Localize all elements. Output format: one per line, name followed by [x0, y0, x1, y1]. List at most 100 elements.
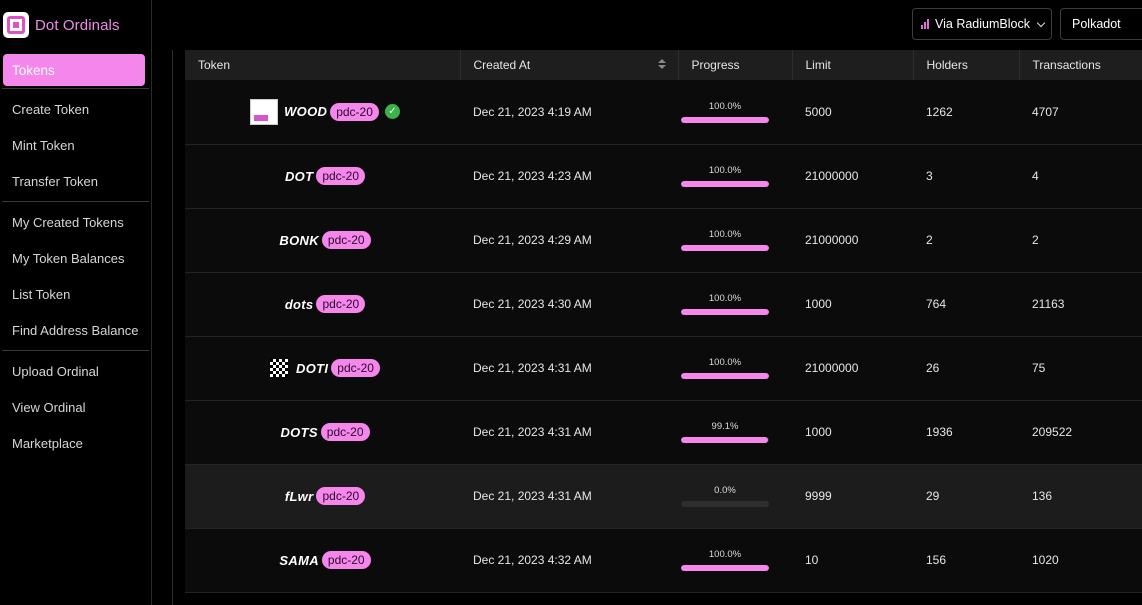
progress-label: 99.1%	[711, 421, 739, 432]
rpc-endpoint-dropdown[interactable]: Via RadiumBlock	[912, 8, 1052, 40]
table-row[interactable]: DOT pdc-20 Dec 21, 2023 4:23 AM 100.0% 21000…	[185, 144, 1142, 209]
progress-label: 100.0%	[708, 229, 742, 240]
progress-cell: 100.0%	[678, 208, 792, 273]
token-name[interactable]: DOTI	[296, 361, 328, 376]
created-at-cell: Dec 21, 2023 4:31 AM	[460, 336, 678, 401]
chevron-down-icon	[1036, 18, 1046, 27]
column-header-holders[interactable]: Holders	[913, 50, 1020, 80]
token-standard-badge: pdc-20	[320, 423, 370, 441]
network-selector[interactable]: Polkadot	[1060, 8, 1142, 40]
progress-cell: 99.1%	[678, 400, 792, 465]
token-name[interactable]: BONK	[279, 233, 318, 248]
progress-fill	[681, 116, 769, 123]
progress-label: 100.0%	[708, 357, 742, 368]
progress-cell: 0.0%	[678, 464, 792, 529]
token-cell: WOOD pdc-20 ✓	[185, 80, 460, 145]
sidebar-item-upload-ordinal[interactable]: Upload Ordinal	[0, 353, 151, 389]
progress-cell: 100.0%	[678, 144, 792, 209]
table-row[interactable]: fLwr pdc-20 Dec 21, 2023 4:31 AM 0.0% 9999 29…	[185, 464, 1142, 529]
brand[interactable]: Dot Ordinals	[0, 0, 151, 50]
progress-bar	[681, 181, 769, 187]
transactions-cell: 4707	[1019, 80, 1142, 145]
dot-ordinals-logo-icon	[3, 12, 29, 38]
rpc-endpoint-label: Via RadiumBlock	[935, 17, 1030, 31]
token-cell: dots pdc-20	[185, 272, 460, 337]
column-header-label: Created At	[473, 58, 531, 72]
column-header-limit[interactable]: Limit	[792, 50, 914, 80]
sidebar-item-tokens[interactable]: Tokens	[3, 54, 145, 86]
sidebar-item-list-token[interactable]: List Token	[0, 276, 151, 312]
holders-cell: 3	[913, 144, 1019, 209]
token-name[interactable]: DOT	[285, 169, 313, 184]
limit-cell: 1000	[792, 272, 913, 337]
table-row[interactable]: BONK pdc-20 Dec 21, 2023 4:29 AM 100.0% 2100…	[185, 208, 1142, 273]
column-header-token[interactable]: Token	[185, 50, 461, 80]
doti-token-image-icon	[270, 359, 289, 377]
progress-bar	[681, 437, 769, 443]
table-row[interactable]: WOOD pdc-20 ✓ Dec 21, 2023 4:19 AM 100.0% 500…	[185, 80, 1142, 145]
holders-cell: 764	[913, 272, 1019, 337]
sidebar: Dot Ordinals Tokens Create Token Mint Tok…	[0, 0, 152, 605]
holders-cell: 1936	[913, 400, 1019, 465]
column-header-transactions[interactable]: Transactions	[1019, 50, 1142, 80]
limit-cell: 1000	[792, 400, 913, 465]
limit-cell: 21000000	[792, 208, 913, 273]
progress-fill	[681, 373, 769, 379]
sort-icon[interactable]	[658, 59, 666, 69]
token-name[interactable]: SAMA	[279, 553, 318, 568]
app-title: Dot Ordinals	[35, 16, 120, 34]
signal-bars-icon	[921, 19, 929, 29]
token-name[interactable]: DOTS	[280, 425, 317, 440]
progress-bar	[681, 373, 769, 379]
progress-cell: 100.0%	[678, 272, 792, 337]
progress-bar	[681, 116, 769, 123]
sidebar-item-my-created-tokens[interactable]: My Created Tokens	[0, 204, 151, 240]
token-cell: DOT pdc-20	[185, 144, 460, 209]
progress-fill	[681, 437, 769, 443]
token-name[interactable]: fLwr	[285, 489, 314, 504]
limit-cell: 5000	[792, 80, 913, 145]
token-name[interactable]: WOOD	[284, 104, 327, 119]
token-cell: DOTS pdc-20	[185, 400, 460, 465]
holders-cell: 2	[913, 208, 1019, 273]
progress-label: 100.0%	[708, 293, 742, 304]
tokens-table-container[interactable]: Token Created At Progress Limit Holders …	[185, 50, 1142, 605]
created-at-cell: Dec 21, 2023 4:23 AM	[460, 144, 678, 209]
created-at-cell: Dec 21, 2023 4:19 AM	[460, 80, 678, 145]
verified-check-icon: ✓	[384, 104, 400, 120]
transactions-cell: 75	[1019, 336, 1142, 401]
transactions-cell: 2	[1019, 208, 1142, 273]
progress-cell: 100.0%	[678, 336, 792, 401]
top-bar: Via RadiumBlock Polkadot	[152, 0, 1142, 50]
sidebar-item-view-ordinal[interactable]: View Ordinal	[0, 389, 151, 425]
holders-cell: 29	[913, 464, 1019, 529]
token-cell: DOTI pdc-20	[185, 336, 460, 401]
sidebar-item-find-address-balance[interactable]: Find Address Balance	[0, 312, 151, 348]
sidebar-item-marketplace[interactable]: Marketplace	[0, 425, 151, 461]
progress-label: 100.0%	[708, 165, 742, 176]
table-row[interactable]: dots pdc-20 Dec 21, 2023 4:30 AM 100.0% 1000…	[185, 272, 1142, 337]
transactions-cell: 136	[1019, 464, 1142, 529]
table-row[interactable]: DOTS pdc-20 Dec 21, 2023 4:31 AM 99.1% 1000 1…	[185, 400, 1142, 465]
column-header-created-at[interactable]: Created At	[460, 50, 679, 80]
sidebar-item-transfer-token[interactable]: Transfer Token	[0, 163, 151, 199]
holders-cell: 26	[913, 336, 1019, 401]
transactions-cell: 21163	[1019, 272, 1142, 337]
token-name[interactable]: dots	[285, 297, 314, 312]
sidebar-item-my-token-balances[interactable]: My Token Balances	[0, 240, 151, 276]
token-cell: SAMA pdc-20	[185, 528, 460, 593]
column-header-progress[interactable]: Progress	[678, 50, 793, 80]
table-row[interactable]: DOTI pdc-20 Dec 21, 2023 4:31 AM 100.0% 2100…	[185, 336, 1142, 401]
token-standard-badge: pdc-20	[321, 551, 371, 569]
token-cell: BONK pdc-20	[185, 208, 460, 273]
divider	[2, 88, 149, 89]
token-standard-badge: pdc-20	[316, 167, 366, 185]
created-at-cell: Dec 21, 2023 4:29 AM	[460, 208, 678, 273]
wood-token-image-icon	[250, 98, 279, 125]
network-label: Polkadot	[1072, 17, 1121, 31]
token-standard-badge: pdc-20	[331, 359, 380, 377]
holders-cell: 156	[913, 528, 1019, 593]
sidebar-item-create-token[interactable]: Create Token	[0, 91, 151, 127]
sidebar-item-mint-token[interactable]: Mint Token	[0, 127, 151, 163]
table-row[interactable]: SAMA pdc-20 Dec 21, 2023 4:32 AM 100.0% 10 15…	[185, 528, 1142, 593]
